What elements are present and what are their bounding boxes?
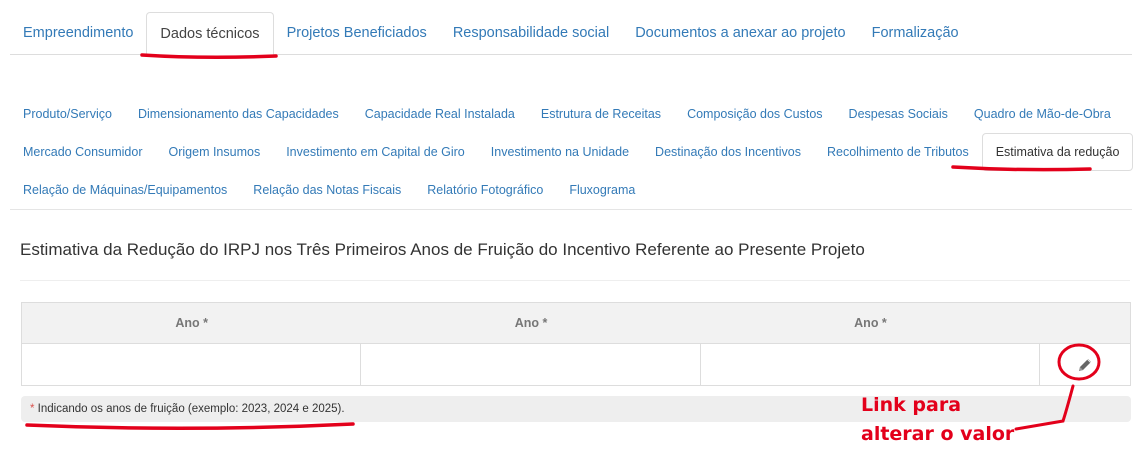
- subtab-relatorio-fotografico[interactable]: Relatório Fotográfico: [414, 171, 556, 209]
- sub-tab-row: Relação de Máquinas/Equipamentos Relação…: [10, 171, 1132, 209]
- subtab-investimento-unidade[interactable]: Investimento na Unidade: [478, 133, 642, 171]
- subtab-quadro-mao-de-obra[interactable]: Quadro de Mão-de-Obra: [961, 95, 1124, 133]
- subtab-fluxograma[interactable]: Fluxograma: [556, 171, 648, 209]
- cell-actions: [1040, 344, 1130, 385]
- subtab-despesas-sociais[interactable]: Despesas Sociais: [836, 95, 961, 133]
- subtab-relacao-maquinas[interactable]: Relação de Máquinas/Equipamentos: [10, 171, 240, 209]
- note-text: Indicando os anos de fruição (exemplo: 2…: [34, 403, 345, 415]
- estimativa-panel: Estimativa da Redução do IRPJ nos Três P…: [10, 209, 1132, 454]
- subtab-estimativa-reducao[interactable]: Estimativa da redução: [981, 133, 1134, 171]
- column-header-ano-2: Ano *: [514, 316, 548, 330]
- column-header-ano-3: Ano *: [854, 316, 887, 330]
- table-row: [22, 344, 1130, 385]
- tab-formalizacao[interactable]: Formalização: [859, 12, 972, 54]
- column-header-ano-1: Ano *: [175, 316, 209, 330]
- tab-empreendimento[interactable]: Empreendimento: [10, 12, 146, 54]
- subtab-recolhimento-tributos[interactable]: Recolhimento de Tributos: [814, 133, 982, 171]
- sub-tab-row: Produto/Serviço Dimensionamento das Capa…: [10, 95, 1132, 133]
- panel-title: Estimativa da Redução do IRPJ nos Três P…: [20, 240, 865, 259]
- annotation-line-1: Link para: [861, 394, 962, 416]
- sub-tab-row: Mercado Consumidor Origem Insumos Invest…: [10, 133, 1134, 171]
- pencil-icon[interactable]: [1075, 355, 1095, 375]
- table-header: Ano * Ano * Ano *: [22, 303, 1130, 344]
- cell-ano-1: [22, 344, 362, 385]
- underline-dados-tecnicos: [140, 53, 278, 60]
- subtab-investimento-capital-giro[interactable]: Investimento em Capital de Giro: [273, 133, 478, 171]
- cell-ano-2: [361, 344, 701, 385]
- subtab-mercado-consumidor[interactable]: Mercado Consumidor: [10, 133, 156, 171]
- subtab-estrutura-receitas[interactable]: Estrutura de Receitas: [528, 95, 674, 133]
- annotation-line-2: alterar o valor: [861, 423, 1015, 445]
- subtab-origem-insumos[interactable]: Origem Insumos: [156, 133, 274, 171]
- tab-dados-tecnicos[interactable]: Dados técnicos: [146, 12, 274, 55]
- column-header-actions: [1040, 303, 1130, 343]
- subtab-relacao-notas-fiscais[interactable]: Relação das Notas Fiscais: [240, 171, 414, 209]
- subtab-destinacao-incentivos[interactable]: Destinação dos Incentivos: [642, 133, 814, 171]
- cell-ano-3: [701, 344, 1041, 385]
- panel-divider: [20, 280, 1130, 281]
- subtab-composicao-custos[interactable]: Composição dos Custos: [674, 95, 835, 133]
- top-tab-bar: Empreendimento Dados técnicos Projetos B…: [10, 12, 1132, 55]
- tab-documentos-anexar[interactable]: Documentos a anexar ao projeto: [622, 12, 858, 54]
- subtab-dimensionamento-capacidades[interactable]: Dimensionamento das Capacidades: [125, 95, 352, 133]
- tab-responsabilidade-social[interactable]: Responsabilidade social: [440, 12, 622, 54]
- fruicao-note: * Indicando os anos de fruição (exemplo:…: [21, 396, 1131, 422]
- subtab-produto-servico[interactable]: Produto/Serviço: [10, 95, 125, 133]
- subtab-capacidade-real-instalada[interactable]: Capacidade Real Instalada: [352, 95, 528, 133]
- estimativa-table: Ano * Ano * Ano *: [21, 302, 1131, 386]
- tab-projetos-beneficiados[interactable]: Projetos Beneficiados: [274, 12, 440, 54]
- sub-tab-bar: Produto/Serviço Dimensionamento das Capa…: [10, 95, 1134, 209]
